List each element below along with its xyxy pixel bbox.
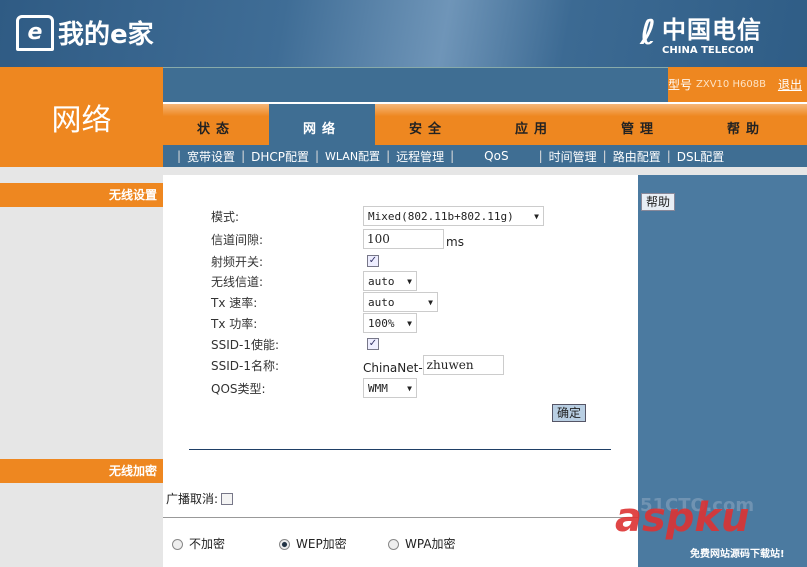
beacon-input[interactable]: 100 bbox=[363, 229, 444, 249]
qos-select[interactable]: WMM ▼ bbox=[363, 378, 417, 398]
radio-label: WEP加密 bbox=[296, 537, 347, 551]
mode-value: Mixed(802.11b+802.11g) bbox=[368, 209, 514, 223]
chevron-down-icon: ▼ bbox=[534, 211, 539, 221]
subnav-dhcp[interactable]: DHCP配置 bbox=[251, 148, 309, 165]
brand-cn: 中国电信 bbox=[662, 16, 763, 44]
txrate-select[interactable]: auto ▼ bbox=[363, 292, 438, 312]
model-info: 型号 ZXV10 H608B 退出 bbox=[668, 67, 807, 102]
chevron-down-icon: ▼ bbox=[407, 318, 412, 328]
model-label: 型号 bbox=[668, 78, 693, 92]
mode-label: 模式: bbox=[211, 209, 240, 224]
chevron-down-icon: ▼ bbox=[407, 383, 412, 393]
beacon-label: 信道间隙: bbox=[211, 232, 264, 247]
channel-select[interactable]: auto ▼ bbox=[363, 271, 417, 291]
telecom-icon: ℓ bbox=[640, 13, 657, 53]
qos-label: QOS类型: bbox=[211, 381, 266, 396]
chevron-down-icon: ▼ bbox=[407, 276, 412, 286]
tab-status[interactable]: 状态 bbox=[163, 104, 269, 145]
tab-management[interactable]: 管理 bbox=[587, 104, 693, 145]
ssid-enable-checkbox[interactable]: ✓ bbox=[367, 338, 379, 350]
chevron-down-icon: ▼ bbox=[428, 297, 433, 307]
subnav-broadband[interactable]: 宽带设置 bbox=[187, 148, 235, 165]
tab-security[interactable]: 安全 bbox=[375, 104, 481, 145]
radio-label: 不加密 bbox=[189, 537, 226, 551]
radio-no-encryption[interactable]: 不加密 bbox=[172, 535, 279, 552]
mode-select[interactable]: Mixed(802.11b+802.11g) ▼ bbox=[363, 206, 544, 226]
tab-network[interactable]: 网络 bbox=[269, 104, 375, 145]
ssid-prefix: ChinaNet- bbox=[363, 361, 423, 375]
brand-en: CHINA TELECOM bbox=[662, 45, 754, 56]
watermark-tagline: 免费网站源码下载站! bbox=[690, 549, 785, 560]
tab-help[interactable]: 帮助 bbox=[693, 104, 799, 145]
txpower-label: Tx 功率: bbox=[211, 316, 258, 331]
sidebar-wireless-settings[interactable]: 无线设置 bbox=[0, 183, 163, 207]
subnav-dsl[interactable]: DSL配置 bbox=[677, 148, 725, 165]
txrate-value: auto bbox=[368, 295, 395, 309]
rf-label: 射频开关: bbox=[211, 254, 264, 269]
beacon-unit: ms bbox=[446, 235, 464, 249]
radio-wep[interactable]: WEP加密 bbox=[279, 535, 388, 552]
encryption-options: 不加密 WEP加密 WPA加密 bbox=[172, 535, 456, 552]
divider bbox=[163, 517, 638, 518]
china-telecom-logo: ℓ 中国电信 CHINA TELECOM bbox=[640, 10, 762, 56]
sub-nav: | 宽带设置 | DHCP配置 | WLAN配置 | 远程管理 | QoS | 时间管理 |… bbox=[163, 145, 807, 167]
model-value: ZXV10 H608B bbox=[696, 79, 766, 90]
content-panel: 模式: Mixed(802.11b+802.11g) ▼ 信道间隙: 100 ms 射频… bbox=[163, 175, 638, 567]
tab-application[interactable]: 应用 bbox=[481, 104, 587, 145]
subnav-wlan[interactable]: WLAN配置 bbox=[325, 148, 380, 164]
subnav-remote[interactable]: 远程管理 bbox=[396, 148, 444, 165]
txpower-value: 100% bbox=[368, 316, 395, 330]
divider bbox=[189, 449, 611, 450]
txpower-select[interactable]: 100% ▼ bbox=[363, 313, 417, 333]
subnav-qos[interactable]: QoS bbox=[484, 149, 508, 163]
qos-value: WMM bbox=[368, 381, 388, 395]
radio-label: WPA加密 bbox=[405, 537, 456, 551]
ssid-enable-label: SSID-1使能: bbox=[211, 337, 280, 352]
rf-checkbox[interactable]: ✓ bbox=[367, 255, 379, 267]
ssid-input[interactable]: zhuwen bbox=[422, 355, 504, 375]
home-icon: e bbox=[16, 14, 54, 51]
confirm-button[interactable]: 确定 bbox=[552, 404, 586, 422]
section-title: 网络 bbox=[0, 67, 163, 167]
sidebar-wireless-encryption[interactable]: 无线加密 bbox=[0, 459, 163, 483]
subnav-time[interactable]: 时间管理 bbox=[549, 148, 597, 165]
subnav-route[interactable]: 路由配置 bbox=[613, 148, 661, 165]
channel-value: auto bbox=[368, 274, 395, 288]
broadcast-cancel-label: 广播取消: bbox=[166, 492, 219, 506]
logo: e 我的e家 bbox=[16, 14, 154, 51]
logout-link[interactable]: 退出 bbox=[778, 76, 802, 93]
txrate-label: Tx 速率: bbox=[211, 295, 258, 310]
broadcast-cancel-checkbox[interactable] bbox=[221, 492, 234, 505]
help-button[interactable]: 帮助 bbox=[641, 193, 675, 211]
radio-wpa[interactable]: WPA加密 bbox=[388, 535, 456, 552]
channel-label: 无线信道: bbox=[211, 274, 264, 289]
ssid-name-label: SSID-1名称: bbox=[211, 358, 280, 373]
logo-text: 我的e家 bbox=[58, 20, 154, 50]
main-tabs: 状态 网络 安全 应用 管理 帮助 bbox=[163, 102, 807, 145]
watermark-aspku: aspku bbox=[615, 495, 750, 541]
